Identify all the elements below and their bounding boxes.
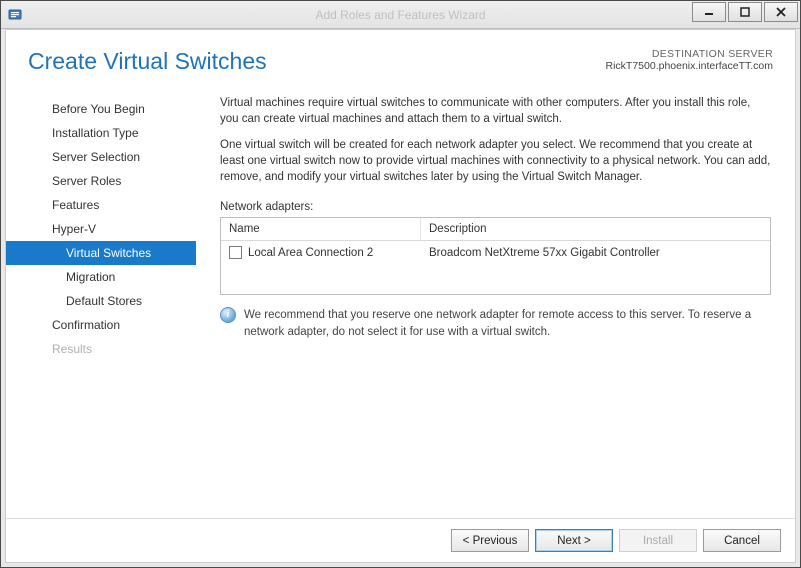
wizard-window: Add Roles and Features Wizard Create Vir… — [0, 0, 801, 568]
sidebar-item-features[interactable]: Features — [6, 193, 196, 217]
sidebar-item-default-stores[interactable]: Default Stores — [6, 289, 196, 313]
titlebar: Add Roles and Features Wizard — [1, 1, 800, 29]
sidebar-item-results: Results — [6, 337, 196, 361]
window-title: Add Roles and Features Wizard — [1, 8, 800, 22]
minimize-button[interactable] — [692, 2, 726, 22]
info-icon: i — [220, 307, 236, 323]
sidebar-item-server-roles[interactable]: Server Roles — [6, 169, 196, 193]
close-button[interactable] — [764, 2, 798, 22]
main-panel: Virtual machines require virtual switche… — [196, 89, 795, 518]
next-button[interactable]: Next > — [535, 529, 613, 552]
adapter-name: Local Area Connection 2 — [248, 247, 373, 259]
previous-button[interactable]: < Previous — [451, 529, 529, 552]
inner-panel: Create Virtual Switches DESTINATION SERV… — [5, 29, 796, 563]
intro-paragraph-1: Virtual machines require virtual switche… — [220, 95, 771, 127]
header-row: Create Virtual Switches DESTINATION SERV… — [6, 30, 795, 85]
info-text: We recommend that you reserve one networ… — [244, 307, 771, 339]
page-title: Create Virtual Switches — [28, 48, 267, 75]
destination-label: DESTINATION SERVER — [606, 48, 774, 60]
column-header-description[interactable]: Description — [421, 218, 770, 240]
sidebar: Before You Begin Installation Type Serve… — [6, 89, 196, 518]
sidebar-item-server-selection[interactable]: Server Selection — [6, 145, 196, 169]
table-header: Name Description — [221, 218, 770, 241]
sidebar-item-before-you-begin[interactable]: Before You Begin — [6, 97, 196, 121]
network-adapters-table: Name Description Local Area Connection 2… — [220, 217, 771, 295]
sidebar-item-confirmation[interactable]: Confirmation — [6, 313, 196, 337]
column-header-name[interactable]: Name — [221, 218, 421, 240]
intro-paragraph-2: One virtual switch will be created for e… — [220, 137, 771, 185]
sidebar-item-hyper-v[interactable]: Hyper-V — [6, 217, 196, 241]
cancel-button[interactable]: Cancel — [703, 529, 781, 552]
install-button: Install — [619, 529, 697, 552]
network-adapters-label: Network adapters: — [220, 201, 771, 213]
table-row[interactable]: Local Area Connection 2 Broadcom NetXtre… — [221, 241, 770, 264]
app-icon — [7, 7, 23, 23]
maximize-button[interactable] — [728, 2, 762, 22]
body-row: Before You Begin Installation Type Serve… — [6, 85, 795, 518]
info-row: i We recommend that you reserve one netw… — [220, 307, 771, 339]
adapter-checkbox[interactable] — [229, 246, 242, 259]
destination-block: DESTINATION SERVER RickT7500.phoenix.int… — [606, 48, 774, 72]
sidebar-item-installation-type[interactable]: Installation Type — [6, 121, 196, 145]
sidebar-item-virtual-switches[interactable]: Virtual Switches — [6, 241, 196, 265]
content-frame: Create Virtual Switches DESTINATION SERV… — [1, 29, 800, 567]
adapter-description: Broadcom NetXtreme 57xx Gigabit Controll… — [429, 247, 762, 259]
sidebar-item-migration[interactable]: Migration — [6, 265, 196, 289]
destination-server: RickT7500.phoenix.interfaceTT.com — [606, 60, 774, 72]
window-controls — [692, 1, 800, 28]
footer: < Previous Next > Install Cancel — [6, 518, 795, 562]
